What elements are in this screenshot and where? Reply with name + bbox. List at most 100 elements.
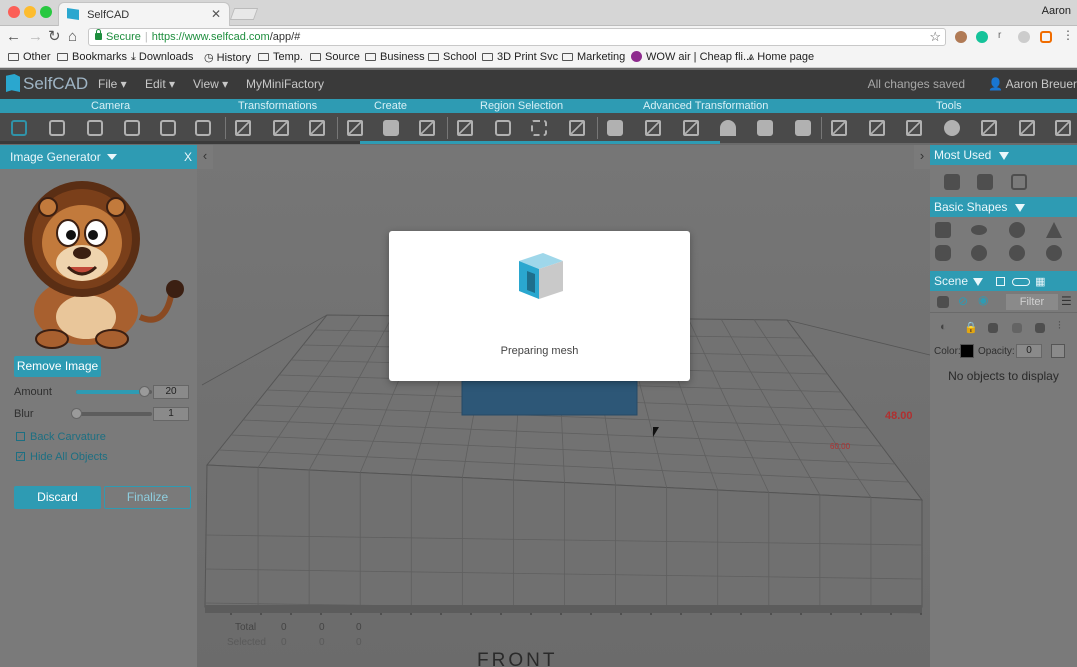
bookmark-business[interactable]: Business	[365, 51, 425, 63]
extension-r-icon[interactable]: r	[998, 30, 1010, 42]
extension-cookie-icon[interactable]	[955, 31, 967, 43]
bookmark-history[interactable]: ◷ History	[204, 51, 251, 64]
shape-geosphere-icon[interactable]	[1009, 245, 1025, 261]
maximize-window-icon[interactable]	[40, 6, 52, 18]
object-solid-icon[interactable]	[1035, 323, 1045, 333]
menu-myminifactory[interactable]: MyMiniFactory	[246, 77, 324, 91]
opacity-swatch[interactable]	[1051, 344, 1065, 358]
bookmark-wow-air[interactable]: WOW air | Cheap fli...	[631, 51, 752, 63]
scene-group-icon[interactable]	[937, 296, 949, 308]
hide-icon[interactable]: ⊘	[958, 294, 968, 308]
tool-mirror-icon[interactable]	[906, 120, 922, 136]
tool-boolean-icon[interactable]	[831, 120, 847, 136]
visibility-icon[interactable]: ◐	[940, 321, 947, 333]
menu-view[interactable]: View ▾	[193, 77, 228, 91]
shell-icon[interactable]	[795, 120, 811, 136]
rotate-object-icon[interactable]	[309, 120, 325, 136]
tool-stitch-icon[interactable]	[981, 120, 997, 136]
select-vertex-icon[interactable]	[569, 120, 585, 136]
amount-slider-handle[interactable]	[139, 386, 151, 397]
bookmark-home-page[interactable]: ⩓ Home page	[748, 51, 814, 64]
most-used-header[interactable]: Most Used	[930, 145, 1077, 165]
object-disabled-icon[interactable]	[1012, 323, 1022, 333]
camera-pan-icon[interactable]	[87, 120, 103, 136]
blur-slider-handle[interactable]	[71, 408, 82, 419]
taper-icon[interactable]	[720, 120, 736, 136]
opacity-input[interactable]: 0	[1016, 344, 1042, 358]
discard-button[interactable]: Discard	[14, 486, 101, 509]
most-used-cube-icon[interactable]	[944, 174, 960, 190]
close-icon[interactable]: X	[184, 150, 192, 164]
reload-icon[interactable]: ↻	[48, 28, 61, 46]
home-icon[interactable]: ⌂	[68, 28, 77, 46]
move-icon[interactable]	[235, 120, 251, 136]
new-tab-button[interactable]	[229, 8, 259, 20]
scene-filter-button[interactable]: Filter	[1006, 294, 1058, 310]
bookmark-downloads[interactable]: ⤓ Downloads	[131, 51, 193, 64]
tool-measure-icon[interactable]	[1019, 120, 1035, 136]
back-carvature-label[interactable]: Back Carvature	[30, 431, 106, 443]
collapse-left-panel-button[interactable]: ‹	[197, 145, 213, 169]
bookmark-source[interactable]: Source	[310, 51, 360, 63]
browser-profile-name[interactable]: Aaron	[1042, 5, 1071, 17]
shape-polyhedron-icon[interactable]	[1046, 245, 1062, 261]
lock-object-icon[interactable]: 🔒	[964, 321, 978, 334]
url-input[interactable]: Secure | https://www.selfcad.com/app/# ☆	[88, 28, 946, 46]
group-camera[interactable]: Camera	[91, 99, 130, 113]
create-shape-icon[interactable]	[383, 120, 399, 136]
create-cube-icon[interactable]	[419, 120, 435, 136]
extrude-icon[interactable]	[607, 120, 623, 136]
triangle-down-icon[interactable]	[973, 278, 984, 286]
camera-fit-icon[interactable]	[160, 120, 176, 136]
scale-icon[interactable]	[273, 120, 289, 136]
bookmark-temp[interactable]: Temp.	[258, 51, 303, 63]
browser-menu-icon[interactable]: ⋮	[1062, 28, 1074, 42]
scene-header[interactable]: Scene ▦	[930, 271, 1077, 291]
most-used-box-icon[interactable]	[977, 174, 993, 190]
twist-icon[interactable]	[683, 120, 699, 136]
group-tools[interactable]: Tools	[936, 99, 962, 113]
browser-tab-selfcad[interactable]: SelfCAD ✕	[58, 2, 230, 26]
triangle-down-icon[interactable]	[1015, 204, 1026, 212]
amount-slider[interactable]	[76, 386, 152, 397]
blur-slider[interactable]	[71, 408, 152, 419]
amount-input[interactable]: 20	[153, 385, 189, 399]
camera-reset-icon[interactable]	[11, 120, 27, 136]
close-tab-icon[interactable]: ✕	[211, 7, 221, 21]
most-used-frame-icon[interactable]	[1011, 174, 1027, 190]
camera-rotate-icon[interactable]	[124, 120, 140, 136]
shape-cylinder-icon[interactable]	[935, 245, 951, 261]
back-carvature-checkbox[interactable]	[16, 432, 25, 441]
selfcad-logo[interactable]: SelfCAD	[6, 74, 88, 94]
object-settings-icon[interactable]: ⫶	[1058, 320, 1061, 333]
camera-view-icon[interactable]	[195, 120, 211, 136]
bookmark-other[interactable]: Other	[8, 51, 51, 63]
group-create[interactable]: Create	[374, 99, 407, 113]
remove-image-button[interactable]: Remove Image	[14, 356, 101, 377]
bookmark-3d-print-svc[interactable]: 3D Print Svc	[482, 51, 558, 63]
scene-grid-icon[interactable]: ▦	[1035, 276, 1045, 288]
eye-icon[interactable]: ◉	[978, 293, 988, 307]
hide-all-objects-checkbox[interactable]: ✓	[16, 452, 25, 461]
extension-grammarly-icon[interactable]	[976, 31, 988, 43]
select-region-icon[interactable]	[457, 120, 473, 136]
bend-icon[interactable]	[757, 120, 773, 136]
bookmark-star-icon[interactable]: ☆	[929, 29, 941, 45]
3d-viewport[interactable]: 48.00 60.00 ‹ › Total 0 0 0 Selected 0 0…	[197, 145, 930, 667]
blur-input[interactable]: 1	[153, 407, 189, 421]
bevel-icon[interactable]	[645, 120, 661, 136]
object-cube-icon[interactable]	[988, 323, 998, 333]
scene-toggle-icon[interactable]	[1011, 278, 1030, 286]
basic-shapes-header[interactable]: Basic Shapes	[930, 197, 1077, 217]
camera-zoom-icon[interactable]	[49, 120, 65, 136]
scene-select-icon[interactable]	[996, 277, 1006, 286]
create-box-icon[interactable]	[347, 120, 363, 136]
color-swatch[interactable]	[960, 344, 974, 358]
bookmark-school[interactable]: School	[428, 51, 477, 63]
shape-sphere-icon[interactable]	[1009, 222, 1025, 238]
select-edge-icon[interactable]	[531, 120, 547, 136]
user-menu[interactable]: 👤 Aaron Breuer	[988, 77, 1077, 91]
shape-torus-icon[interactable]	[971, 225, 987, 235]
chevron-down-icon[interactable]	[106, 154, 117, 160]
triangle-down-icon[interactable]	[999, 152, 1010, 160]
